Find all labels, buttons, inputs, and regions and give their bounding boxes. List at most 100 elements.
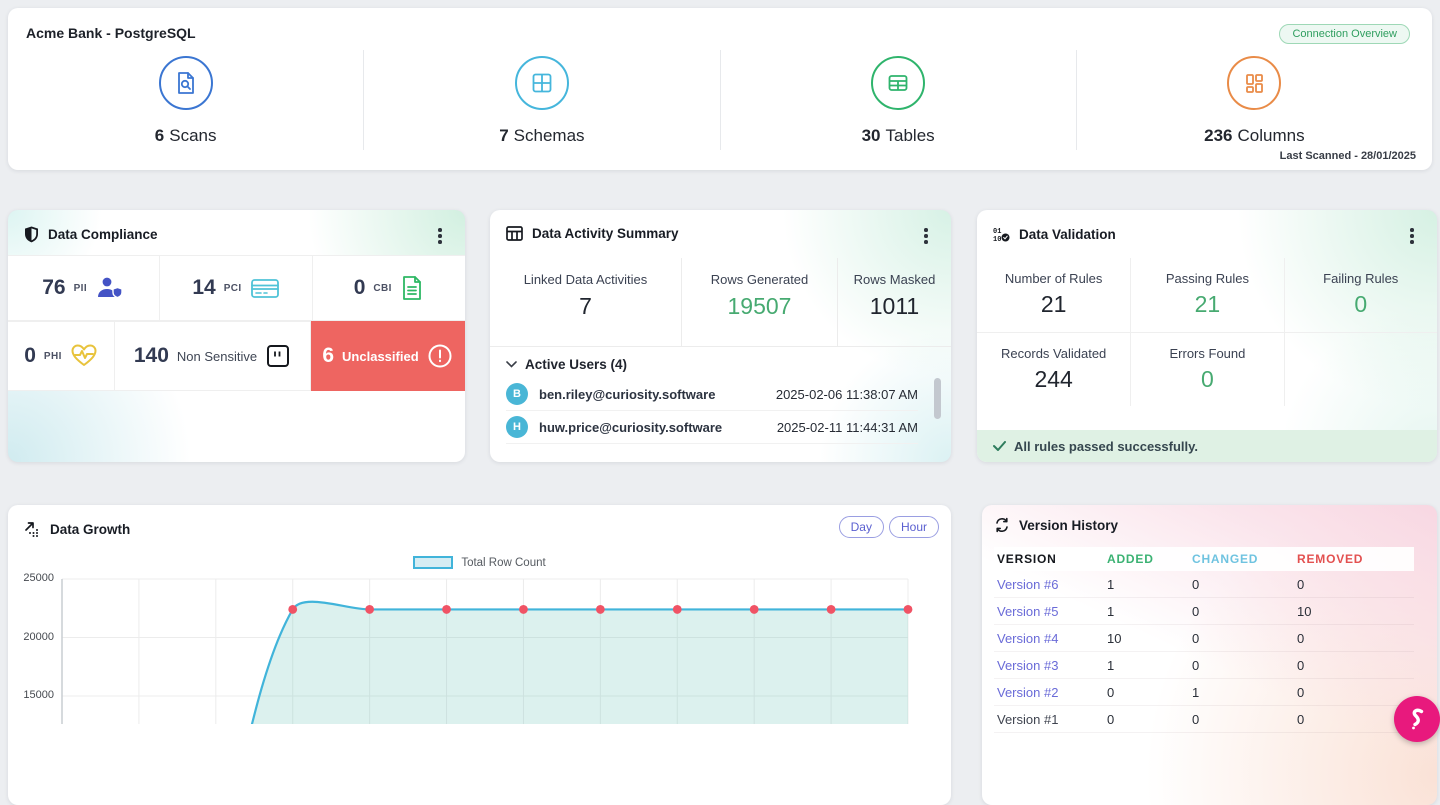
data-point-marker — [519, 605, 528, 614]
schema-grid-icon — [514, 56, 569, 110]
col-added: ADDED — [1107, 552, 1154, 566]
hour-toggle-button[interactable]: Hour — [888, 516, 939, 538]
user-timestamp: 2025-02-11 11:44:31 AM — [776, 419, 918, 435]
version-row: Version #4 10 0 0 — [994, 625, 1414, 652]
data-growth-card: Data Growth Day Hour Total Row Count 250… — [8, 505, 951, 805]
passing-rules-value: 21 — [1194, 291, 1221, 317]
page-title: Acme Bank - PostgreSQL — [26, 25, 196, 41]
compliance-grid: 76 PII 14 PCI 0 CBI 0 PHI 140 Non Sensit… — [8, 255, 465, 391]
day-toggle-button[interactable]: Day — [838, 516, 884, 538]
card-title: Data Validation — [1019, 226, 1116, 242]
table-icon — [871, 56, 926, 110]
help-chat-fab[interactable] — [1394, 696, 1440, 742]
svg-text:10: 10 — [993, 236, 1001, 242]
table-header-row: VERSION ADDED CHANGED REMOVED — [994, 547, 1414, 571]
trend-chart-icon — [24, 521, 41, 537]
linked-activities-value: 7 — [579, 293, 592, 319]
avatar: B — [506, 383, 528, 405]
version-link[interactable]: Version #6 — [994, 577, 1107, 592]
version-link[interactable]: Version #2 — [994, 685, 1107, 700]
user-email: ben.riley@curiosity.software — [539, 386, 716, 402]
stat-schemas[interactable]: 7 Schemas — [364, 50, 719, 150]
repeat-icon — [994, 517, 1010, 533]
kebab-menu[interactable] — [919, 228, 933, 244]
credit-card-icon — [250, 276, 280, 300]
data-point-marker — [442, 605, 451, 614]
scans-label: Scans — [169, 126, 217, 145]
scans-count: 6 — [154, 126, 165, 145]
user-row[interactable]: H huw.price@curiosity.software 2025-02-1… — [506, 411, 918, 444]
added-count: 0 — [1107, 711, 1115, 727]
added-count: 1 — [1107, 603, 1115, 619]
curiosity-logo-icon — [1407, 707, 1427, 731]
card-title: Data Activity Summary — [532, 226, 679, 241]
connection-overview-card: Acme Bank - PostgreSQL Connection Overvi… — [8, 8, 1432, 170]
compliance-cell-unclassified[interactable]: 6 Unclassified — [311, 321, 465, 391]
data-activity-summary-card: Data Activity Summary Linked Data Activi… — [490, 210, 951, 462]
table-grid-icon — [506, 226, 523, 241]
compliance-cell-phi[interactable]: 0 PHI — [8, 321, 115, 391]
data-point-marker — [749, 605, 759, 614]
document-icon — [400, 275, 424, 301]
added-count: 1 — [1107, 657, 1115, 673]
removed-count: 10 — [1297, 603, 1312, 619]
changed-count: 0 — [1192, 630, 1200, 646]
binary-check-icon: 01 10 — [993, 226, 1010, 242]
changed-count: 0 — [1192, 576, 1200, 592]
schemas-count: 7 — [499, 126, 509, 145]
svg-text:01: 01 — [993, 228, 1001, 236]
added-count: 1 — [1107, 576, 1115, 592]
active-users-toggle[interactable]: Active Users (4) — [506, 357, 627, 372]
card-title: Data Compliance — [48, 227, 158, 242]
data-point-marker — [826, 605, 836, 614]
activity-stats: Linked Data Activities 7 Rows Generated … — [490, 258, 951, 347]
version-link[interactable]: Version #3 — [994, 658, 1107, 673]
compliance-cell-non-sensitive[interactable]: 140 Non Sensitive — [115, 321, 311, 391]
check-icon — [993, 441, 1006, 451]
chevron-down-icon — [506, 361, 517, 368]
connection-stats-row: 6 Scans 7 Schemas 30 Tables 236 Columns — [8, 50, 1432, 150]
validation-grid: Number of Rules 21 Passing Rules 21 Failin… — [977, 258, 1437, 406]
version-link[interactable]: Version #5 — [994, 604, 1107, 619]
data-point-marker — [365, 605, 375, 614]
user-email: huw.price@curiosity.software — [539, 419, 723, 435]
col-removed: REMOVED — [1297, 552, 1364, 566]
number-of-rules-value: 21 — [1040, 291, 1067, 317]
card-title: Data Growth — [50, 521, 131, 537]
connection-overview-badge[interactable]: Connection Overview — [1279, 24, 1410, 44]
rows-masked-value: 1011 — [869, 293, 920, 319]
version-row: Version #3 1 0 0 — [994, 652, 1414, 679]
version-link[interactable]: Version #4 — [994, 631, 1107, 646]
compliance-cell-cbi[interactable]: 0 CBI — [312, 255, 465, 321]
records-validated-value: 244 — [1034, 366, 1073, 392]
alert-circle-icon — [427, 343, 453, 369]
added-count: 10 — [1107, 630, 1122, 646]
changed-count: 0 — [1192, 603, 1200, 619]
heart-pulse-icon — [70, 343, 98, 369]
columns-icon — [1227, 56, 1282, 110]
schemas-label: Schemas — [513, 126, 585, 145]
total-row-count-chart[interactable] — [8, 564, 951, 724]
compliance-cell-pii[interactable]: 76 PII — [8, 255, 161, 321]
stat-tables[interactable]: 30 Tables — [721, 50, 1076, 150]
removed-count: 0 — [1297, 684, 1305, 700]
removed-count: 0 — [1297, 657, 1305, 673]
version-row: Version #6 1 0 0 — [994, 571, 1414, 598]
user-shield-icon — [95, 275, 125, 301]
data-point-marker — [903, 605, 913, 614]
validation-success-banner: All rules passed successfully. — [977, 430, 1437, 462]
data-point-marker — [672, 605, 682, 614]
changed-count: 0 — [1192, 711, 1200, 727]
added-count: 0 — [1107, 684, 1115, 700]
scrollbar[interactable] — [934, 378, 941, 419]
kebab-menu[interactable] — [433, 228, 447, 244]
data-point-marker — [288, 605, 298, 614]
stat-columns[interactable]: 236 Columns — [1077, 50, 1432, 150]
shield-icon — [24, 226, 39, 243]
col-changed: CHANGED — [1192, 552, 1259, 566]
user-row[interactable]: B ben.riley@curiosity.software 2025-02-0… — [506, 378, 918, 411]
compliance-cell-pci[interactable]: 14 PCI — [160, 255, 313, 321]
data-point-marker — [595, 605, 605, 614]
kebab-menu[interactable] — [1405, 228, 1419, 244]
stat-scans[interactable]: 6 Scans — [8, 50, 363, 150]
